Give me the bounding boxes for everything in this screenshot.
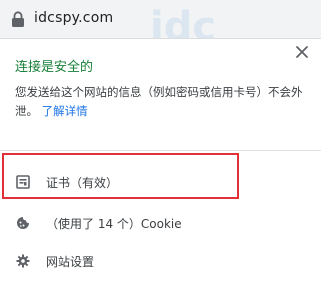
- cookies-row[interactable]: （使用了 14 个）Cookie: [0, 206, 321, 240]
- connection-secure-title: 连接是安全的: [15, 60, 94, 75]
- url-text[interactable]: idcspy.com: [34, 10, 113, 26]
- site-settings-label: 网站设置: [46, 255, 95, 269]
- lock-icon[interactable]: [11, 11, 25, 27]
- cookies-label: （使用了 14 个）Cookie: [46, 217, 182, 231]
- close-icon[interactable]: [294, 44, 310, 60]
- site-settings-row[interactable]: 网站设置: [0, 244, 321, 278]
- site-info-popup: 连接是安全的 您发送给这个网站的信息（例如密码或信用卡号）不会外泄。 了解详情 …: [0, 38, 321, 282]
- connection-description: 您发送给这个网站的信息（例如密码或信用卡号）不会外泄。 了解详情: [15, 83, 311, 121]
- certificate-highlight-box: [2, 153, 239, 199]
- cookie-icon: [17, 217, 29, 229]
- learn-more-link[interactable]: 了解详情: [42, 104, 88, 118]
- divider: [0, 150, 321, 151]
- gear-icon: [16, 254, 30, 268]
